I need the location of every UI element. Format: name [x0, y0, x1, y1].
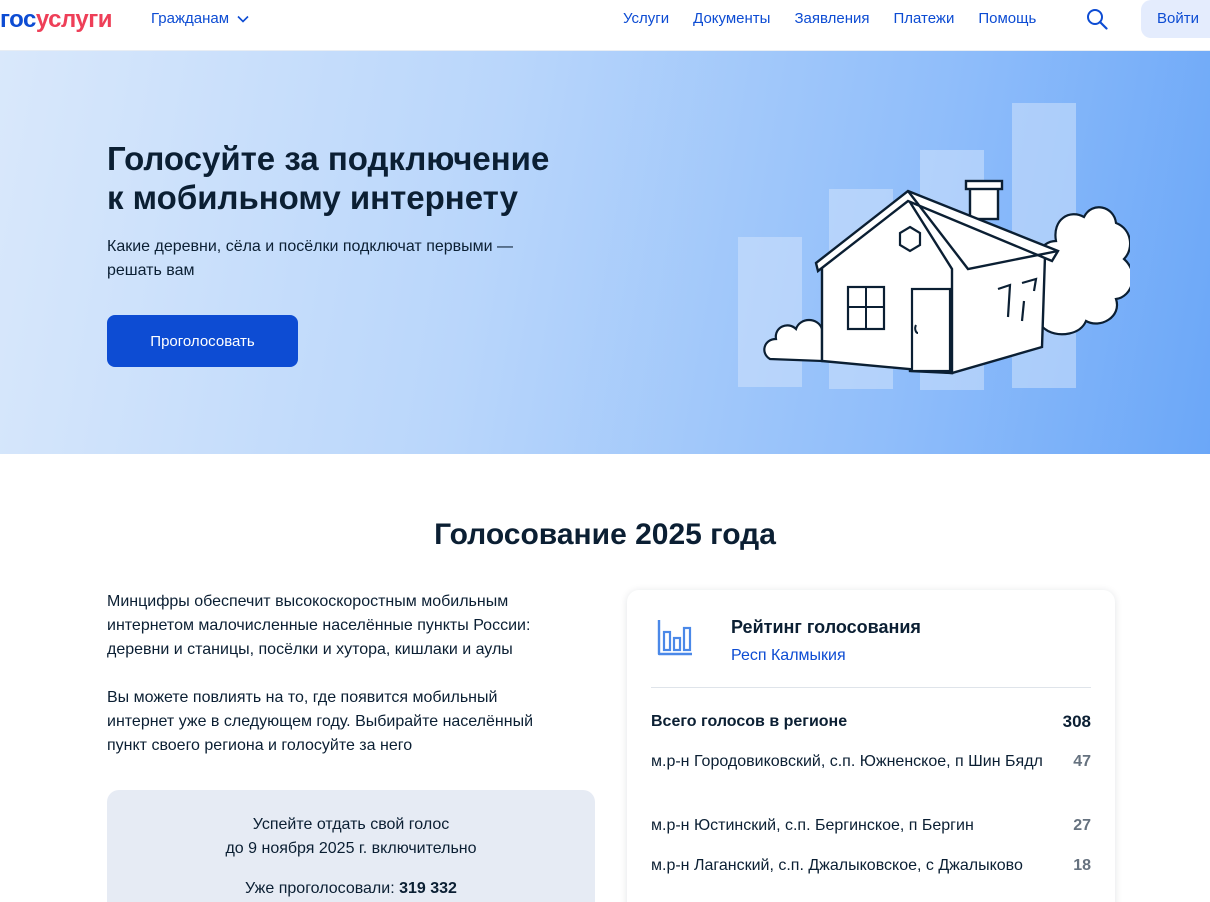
audience-label: Гражданам — [151, 10, 230, 27]
hero-banner: Голосуйте за подключение к мобильному ин… — [0, 51, 1210, 454]
logo-part-gos: гос — [0, 6, 36, 33]
settlement-name: м.р-н Городовиковский, с.п. Южненское, п… — [651, 753, 1043, 770]
settlement-votes: 47 — [1073, 753, 1091, 770]
gosuslugi-logo[interactable]: госуслуги — [0, 6, 113, 34]
rating-card: Рейтинг голосования Респ Калмыкия Всего … — [627, 590, 1115, 902]
region-selector[interactable]: Респ Калмыкия — [731, 647, 846, 665]
voting-description: Минцифры обеспечит высокоскоростным моби… — [107, 590, 597, 782]
hero-subtitle: Какие деревни, сёла и посёлки подключат … — [107, 235, 587, 283]
deadline-line-1: Успейте отдать свой голос — [252, 816, 450, 833]
hero-subtitle-line-2: решать вам — [107, 262, 195, 279]
voted-value: 319 332 — [399, 880, 457, 897]
logo-part-uslugi: услуги — [35, 6, 113, 33]
description-paragraph-1: Минцифры обеспечит высокоскоростным моби… — [107, 590, 597, 662]
rating-row: м.р-н Городовиковский, с.п. Южненское, п… — [651, 750, 1091, 774]
hero-subtitle-line-1: Какие деревни, сёла и посёлки подключат … — [107, 238, 514, 255]
main-nav: Услуги Документы Заявления Платежи Помощ… — [623, 10, 1060, 27]
deadline-line-2: до 9 ноября 2025 г. включительно — [225, 840, 477, 857]
description-line: Минцифры обеспечит высокоскоростным моби… — [107, 593, 509, 610]
rating-row: м.р-н Юстинский, с.п. Бергинское, п Берг… — [651, 814, 1091, 838]
section-title: Голосование 2025 года — [434, 518, 776, 551]
voted-counter: Уже проголосовали: 319 332 — [107, 877, 595, 901]
settlement-votes: 27 — [1073, 817, 1091, 834]
nav-item-services[interactable]: Услуги — [623, 10, 669, 27]
divider — [651, 687, 1091, 688]
description-line: интернет уже в следующем году. Выбирайте… — [107, 713, 534, 730]
settlement-name: м.р-н Лаганский, с.п. Джалыковское, с Дж… — [651, 857, 1023, 874]
nav-item-applications[interactable]: Заявления — [794, 10, 869, 27]
total-votes-value: 308 — [1062, 712, 1091, 731]
rating-row: м.р-н Лаганский, с.п. Джалыковское, с Дж… — [651, 854, 1091, 878]
house-illustration — [738, 103, 1130, 390]
hero-title-line-2: к мобильному интернету — [107, 179, 518, 216]
settlement-name: м.р-н Юстинский, с.п. Бергинское, п Берг… — [651, 817, 974, 834]
vote-button[interactable]: Проголосовать — [107, 315, 298, 367]
description-paragraph-2: Вы можете повлиять на то, где появится м… — [107, 686, 597, 758]
bar-chart-icon — [657, 620, 692, 656]
description-line: Вы можете повлиять на то, где появится м… — [107, 689, 498, 706]
nav-item-help[interactable]: Помощь — [978, 10, 1036, 27]
description-line: интернетом малочисленные населённые пунк… — [107, 617, 531, 634]
nav-item-documents[interactable]: Документы — [693, 10, 770, 27]
settlement-votes: 18 — [1073, 857, 1091, 874]
description-line: деревни и станицы, посёлки и хутора, киш… — [107, 641, 513, 658]
rating-title: Рейтинг голосования — [731, 617, 921, 637]
description-line: пункт своего региона и голосуйте за него — [107, 737, 413, 754]
hero-title-line-1: Голосуйте за подключение — [107, 140, 550, 177]
total-votes-row: Всего голосов в регионе 308 — [651, 710, 1091, 734]
deadline-panel: Успейте отдать свой голос до 9 ноября 20… — [107, 790, 595, 902]
voted-label: Уже проголосовали: — [245, 880, 395, 897]
top-header: госуслуги Гражданам Услуги Документы Зая… — [0, 0, 1210, 51]
hero-title: Голосуйте за подключение к мобильному ин… — [107, 139, 627, 217]
login-button[interactable]: Войти — [1141, 0, 1210, 38]
total-votes-label: Всего голосов в регионе — [651, 713, 848, 730]
audience-dropdown[interactable]: Гражданам — [151, 10, 249, 27]
search-icon[interactable] — [1086, 8, 1108, 30]
chevron-down-icon — [237, 15, 249, 23]
nav-item-payments[interactable]: Платежи — [894, 10, 955, 27]
